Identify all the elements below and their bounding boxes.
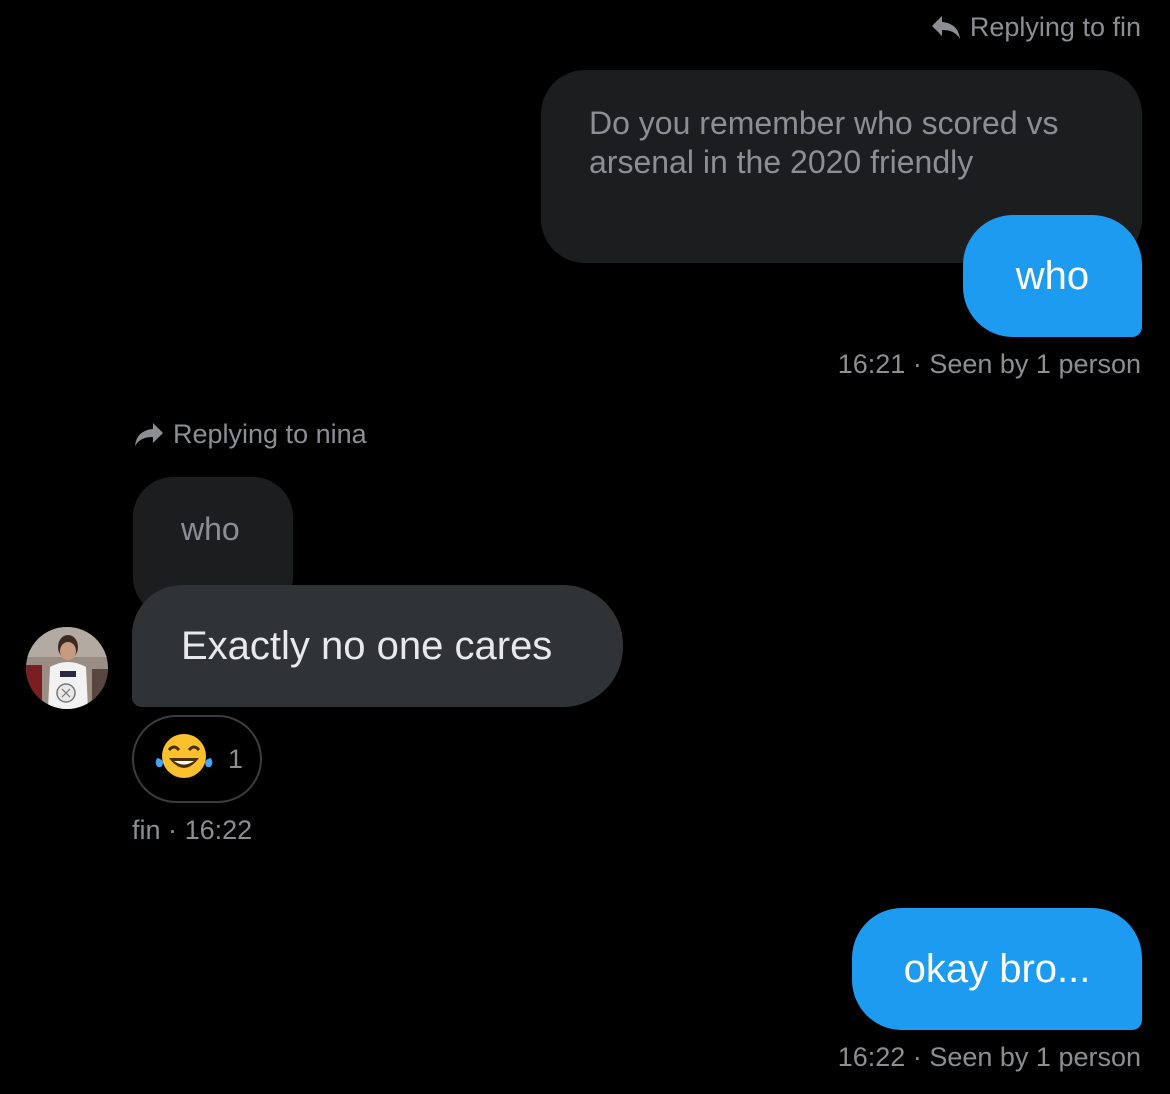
message-meta: fin · 16:22 xyxy=(132,815,252,846)
reply-arrow-icon xyxy=(930,14,962,42)
meta-separator: · xyxy=(912,1042,922,1072)
reply-label: Replying to fin xyxy=(969,12,1141,42)
quoted-message-text: who xyxy=(181,511,240,547)
quoted-message-text: Do you remember who scored vs arsenal in… xyxy=(589,105,1059,180)
reaction-pill[interactable]: 1 xyxy=(132,715,262,803)
sent-message-text: okay bro... xyxy=(903,946,1091,991)
sent-message-text: who xyxy=(1015,253,1090,298)
reaction-count: 1 xyxy=(228,743,244,774)
sender-name: fin xyxy=(132,815,161,845)
meta-separator: · xyxy=(912,349,922,379)
meta-separator: · xyxy=(168,815,178,845)
reply-label: Replying to nina xyxy=(173,419,367,449)
forward-arrow-icon xyxy=(133,421,165,449)
laughing-tears-emoji-icon xyxy=(154,730,214,789)
sent-message-bubble[interactable]: okay bro... xyxy=(852,908,1142,1030)
avatar[interactable] xyxy=(26,627,108,709)
message-time: 16:21 xyxy=(837,349,906,379)
received-message-bubble[interactable]: Exactly no one cares xyxy=(132,585,623,707)
message-time: 16:22 xyxy=(184,815,253,845)
reply-header-nina[interactable]: Replying to nina xyxy=(133,419,367,450)
seen-status: Seen by 1 person xyxy=(929,1042,1141,1072)
reply-header-fin[interactable]: Replying to fin xyxy=(930,12,1141,43)
seen-status: Seen by 1 person xyxy=(929,349,1141,379)
sent-message-bubble[interactable]: who xyxy=(963,215,1142,337)
message-meta: 16:21 · Seen by 1 person xyxy=(838,349,1141,380)
message-meta: 16:22 · Seen by 1 person xyxy=(838,1042,1141,1073)
message-time: 16:22 xyxy=(837,1042,906,1072)
received-message-text: Exactly no one cares xyxy=(181,623,553,668)
